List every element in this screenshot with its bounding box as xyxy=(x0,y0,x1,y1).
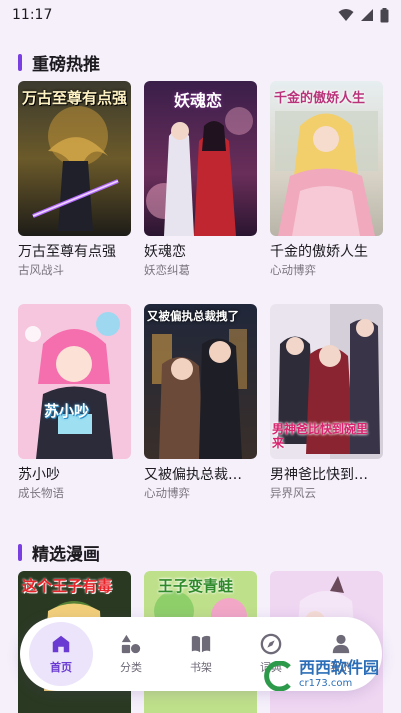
nav-item-home[interactable]: 首页 xyxy=(29,622,93,686)
home-icon xyxy=(52,635,70,653)
cover-title-text: 男神爸比快到碗里来 xyxy=(272,422,369,450)
compass-icon xyxy=(260,633,282,655)
comic-cover[interactable]: 男神爸比快到碗里来 xyxy=(270,304,383,459)
watermark: 西西软件园 cr173.com xyxy=(261,660,379,692)
comic-cover[interactable]: 又被偏执总裁拽了 xyxy=(144,304,257,459)
cover-title-text: 苏小吵 xyxy=(44,402,90,420)
status-icons xyxy=(338,7,389,23)
section-title-selected: 精选漫画 xyxy=(18,540,100,565)
watermark-logo-icon xyxy=(264,661,291,691)
comic-card[interactable]: 又被偏执总裁拽了 又被偏执总裁… 心动博弈 xyxy=(144,304,257,501)
section-title-text: 精选漫画 xyxy=(32,545,100,565)
nav-item-bookshelf[interactable]: 书架 xyxy=(169,622,233,686)
section-title-text: 重磅热推 xyxy=(32,55,100,75)
comic-cover[interactable]: 千金的傲娇人生 xyxy=(270,81,383,236)
featured-grid-row-2: 苏小吵 苏小吵 成长物语 又被偏执总裁拽了 又被偏执总裁… 心动博弈 男神爸比快… xyxy=(18,304,384,501)
cover-title-text: 万古至尊有点强 xyxy=(22,89,128,107)
cover-title-text: 王子变青蛙 xyxy=(158,577,234,595)
comic-title[interactable]: 万古至尊有点强 xyxy=(18,243,131,261)
comic-title[interactable]: 又被偏执总裁… xyxy=(144,466,257,484)
nav-item-category[interactable]: 分类 xyxy=(99,622,163,686)
comic-tag: 异界风云 xyxy=(270,486,316,500)
cover-title-text: 妖魂恋 xyxy=(174,91,223,110)
comic-cover[interactable]: 万古至尊有点强 xyxy=(18,81,131,236)
battery-icon xyxy=(380,7,389,22)
comic-tag: 心动博弈 xyxy=(144,486,190,500)
comic-tag: 心动博弈 xyxy=(270,263,316,277)
comic-tag: 古风战斗 xyxy=(18,263,64,277)
comic-card[interactable]: 苏小吵 苏小吵 成长物语 xyxy=(18,304,131,501)
watermark-brand: 西西软件园 xyxy=(298,658,379,677)
comic-title[interactable]: 妖魂恋 xyxy=(144,243,257,261)
comic-title[interactable]: 男神爸比快到… xyxy=(270,466,383,484)
bookshelf-icon xyxy=(191,635,211,653)
comic-cover[interactable]: 妖魂恋 xyxy=(144,81,257,236)
section-accent-bar xyxy=(18,544,22,561)
comic-cover[interactable]: 苏小吵 xyxy=(18,304,131,459)
cover-title-text: 这个王子有毒 xyxy=(22,577,113,595)
section-title-featured: 重磅热推 xyxy=(18,50,100,75)
status-time: 11:17 xyxy=(12,7,53,23)
featured-grid-row-1: 万古至尊有点强 万古至尊有点强 古风战斗 妖魂恋 妖魂恋 妖恋纠葛 千金的傲娇人… xyxy=(18,81,384,278)
status-bar: 11:17 xyxy=(0,0,401,30)
cover-title-text: 又被偏执总裁拽了 xyxy=(147,309,239,323)
comic-tag: 妖恋纠葛 xyxy=(144,263,190,277)
comic-card[interactable]: 万古至尊有点强 万古至尊有点强 古风战斗 xyxy=(18,81,131,278)
wifi-icon xyxy=(338,9,354,21)
comic-card[interactable]: 男神爸比快到碗里来 男神爸比快到… 异界风云 xyxy=(270,304,383,501)
nav-label-category: 分类 xyxy=(120,661,142,674)
comic-title[interactable]: 千金的傲娇人生 xyxy=(270,243,383,261)
comic-tag: 成长物语 xyxy=(18,486,64,500)
comic-card[interactable]: 妖魂恋 妖魂恋 妖恋纠葛 xyxy=(144,81,257,278)
comic-title[interactable]: 苏小吵 xyxy=(18,466,131,484)
nav-label-home: 首页 xyxy=(50,661,72,674)
profile-icon xyxy=(332,634,350,654)
category-icon xyxy=(121,634,141,654)
cover-title-text: 千金的傲娇人生 xyxy=(274,91,366,106)
nav-label-bookshelf: 书架 xyxy=(190,661,212,674)
signal-icon xyxy=(361,9,373,21)
comic-card[interactable]: 千金的傲娇人生 千金的傲娇人生 心动博弈 xyxy=(270,81,383,278)
watermark-url: cr173.com xyxy=(298,678,353,689)
section-accent-bar xyxy=(18,54,22,71)
